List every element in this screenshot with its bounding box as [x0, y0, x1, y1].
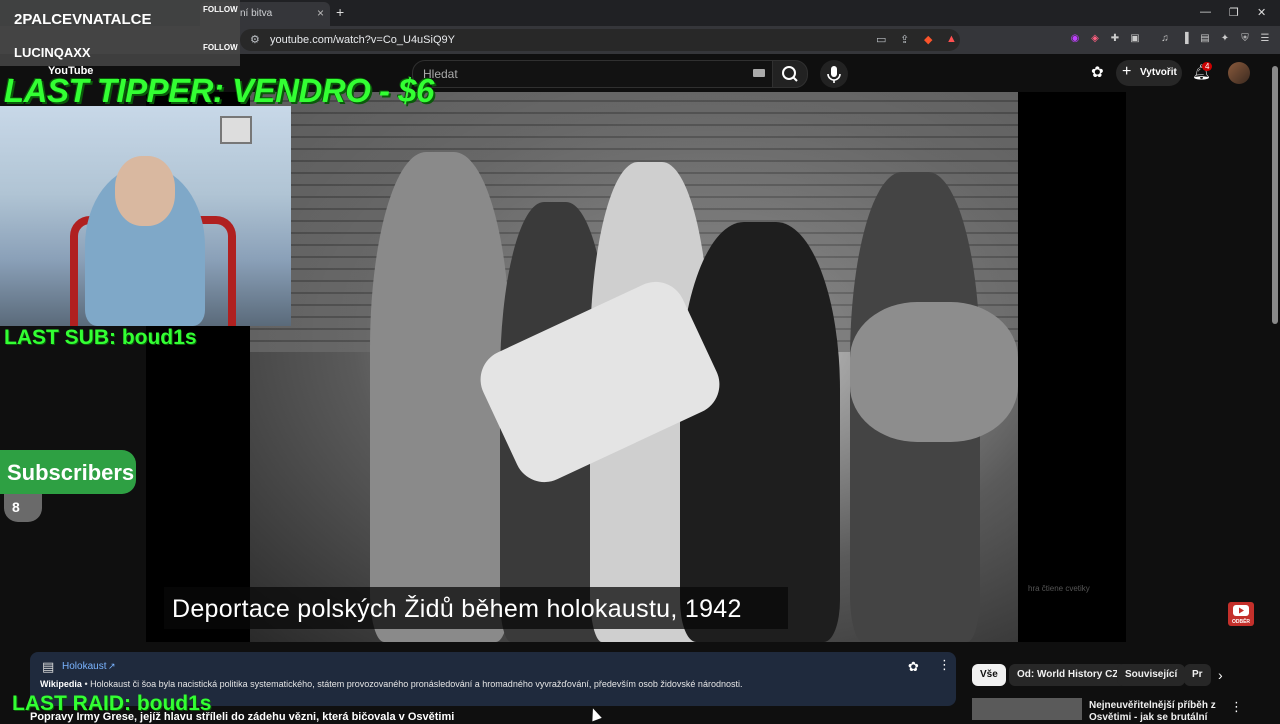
maximize-icon[interactable]: ❐ — [1229, 6, 1239, 19]
search-input[interactable]: Hledat — [412, 60, 774, 88]
screenshot-icon[interactable]: ▣ — [1128, 32, 1142, 46]
follower-name: 2PALCEVNATALCE — [14, 11, 152, 28]
info-source: Wikipedia — [40, 679, 82, 689]
subscribers-count: 8 — [12, 499, 20, 515]
ai-sparkle-icon[interactable]: ✿ — [908, 659, 919, 675]
info-body: • Holokaust či šoa byla nacistická polit… — [81, 679, 743, 689]
keyboard-icon[interactable] — [753, 69, 765, 77]
sidebar-icon[interactable]: ▐ — [1178, 32, 1192, 46]
subscribers-widget: Subscribers — [0, 450, 136, 494]
more-vertical-icon[interactable]: ⋮ — [938, 657, 951, 673]
follow-label: FOLLOW — [203, 43, 238, 52]
search-icon — [782, 66, 798, 82]
webcam-feed — [0, 106, 291, 326]
close-icon[interactable]: × — [317, 6, 324, 20]
play-icon — [1233, 605, 1249, 616]
share-icon[interactable]: ⇪ — [900, 33, 909, 46]
minimize-icon[interactable]: — — [1200, 6, 1211, 18]
new-tab-icon[interactable]: + — [336, 4, 344, 20]
wallet-icon[interactable]: ▤ — [1198, 32, 1212, 46]
avatar[interactable] — [1228, 62, 1250, 84]
site-settings-icon[interactable]: ⚙ — [250, 33, 260, 46]
subtitle-text: Deportace polských Židů během holokaustu… — [172, 595, 742, 623]
follow-label: FOLLOW — [203, 5, 238, 14]
stream-follow-overlay: 2PALCEVNATALCE FOLLOW LUCINQAXX FOLLOW — [0, 0, 240, 66]
scrollbar-thumb[interactable] — [1272, 66, 1278, 324]
video-frame[interactable] — [250, 92, 1018, 642]
create-button[interactable]: + Vytvořit — [1116, 60, 1182, 86]
subtitle-box: Deportace polských Židů během holokaustu… — [164, 587, 788, 629]
subscribe-watermark-button[interactable]: ODBĚR — [1228, 602, 1254, 626]
microphone-icon — [827, 66, 841, 83]
video-watermark: hra čtiene cvetiky — [1028, 584, 1090, 593]
music-icon[interactable]: ♫ — [1158, 32, 1172, 46]
recommended-title-line2: Osvětimi - jak se brutální — [1089, 712, 1208, 723]
tab-title: ní bitva — [240, 8, 273, 19]
puzzle-icon[interactable]: ✚ — [1108, 32, 1122, 46]
article-icon: ▤ — [42, 659, 55, 674]
follower-name: LUCINQAXX — [14, 45, 91, 60]
subscribe-watermark-label: ODBĚR — [1231, 619, 1251, 625]
leo-icon[interactable]: ✦ — [1218, 32, 1232, 46]
ai-sparkle-icon[interactable]: ✿ — [1091, 63, 1104, 81]
subscribers-count-box: 8 — [4, 494, 42, 522]
rewards-icon[interactable]: ▲ — [946, 33, 957, 45]
window-close-icon[interactable]: ✕ — [1257, 6, 1266, 19]
recommended-title-line1: Nejneuvěřitelnější příběh z — [1089, 700, 1216, 711]
cast-icon[interactable]: ▭ — [876, 33, 886, 46]
external-link-icon: ↗ — [108, 661, 116, 671]
video-figure — [680, 222, 840, 642]
url-text: youtube.com/watch?v=Co_U4uSiQ9Y — [270, 34, 455, 46]
recommended-title[interactable]: Nejneuvěřitelnější příběh z Osvětimi - j… — [1089, 700, 1216, 724]
search-button[interactable] — [772, 60, 808, 88]
vpn-icon[interactable]: ⛨ — [1238, 32, 1252, 46]
last-tipper-overlay: LAST TIPPER: VENDRO - $6 — [4, 72, 434, 109]
chip-channel[interactable]: Od: World History CZ — [1009, 664, 1127, 686]
info-description: Wikipedia • Holokaust či šoa byla nacist… — [40, 679, 742, 689]
voice-search-button[interactable] — [820, 60, 848, 88]
more-vertical-icon[interactable]: ⋮ — [1230, 699, 1243, 715]
extension-icon[interactable]: ◉ — [1068, 32, 1082, 46]
brave-shield-icon[interactable]: ◆ — [924, 33, 932, 46]
last-sub-overlay: LAST SUB: boud1s — [4, 326, 197, 349]
menu-icon[interactable]: ☰ — [1258, 32, 1272, 46]
mouse-cursor — [588, 706, 602, 722]
url-field[interactable]: ⚙ youtube.com/watch?v=Co_U4uSiQ9Y ▭ ⇪ ◆ … — [240, 29, 960, 51]
chevron-right-icon[interactable]: › — [1218, 667, 1223, 683]
chip-all[interactable]: Vše — [972, 664, 1006, 686]
webcam-wall-picture — [220, 116, 252, 144]
last-raid-overlay: LAST RAID: boud1s — [12, 692, 212, 715]
info-title-link[interactable]: Holokaust — [62, 661, 106, 672]
subscribers-label: Subscribers — [7, 460, 135, 485]
chip-related[interactable]: Související — [1117, 664, 1186, 686]
plus-icon: + — [1122, 63, 1132, 80]
extension-icon[interactable]: ◈ — [1088, 32, 1102, 46]
video-bundle — [850, 302, 1018, 442]
recommended-thumbnail[interactable] — [972, 698, 1082, 720]
page-scrollbar[interactable] — [1270, 54, 1280, 720]
chip-more[interactable]: Pr — [1184, 664, 1211, 686]
webcam-streamer-head — [115, 156, 175, 226]
create-label: Vytvořit — [1140, 67, 1177, 78]
